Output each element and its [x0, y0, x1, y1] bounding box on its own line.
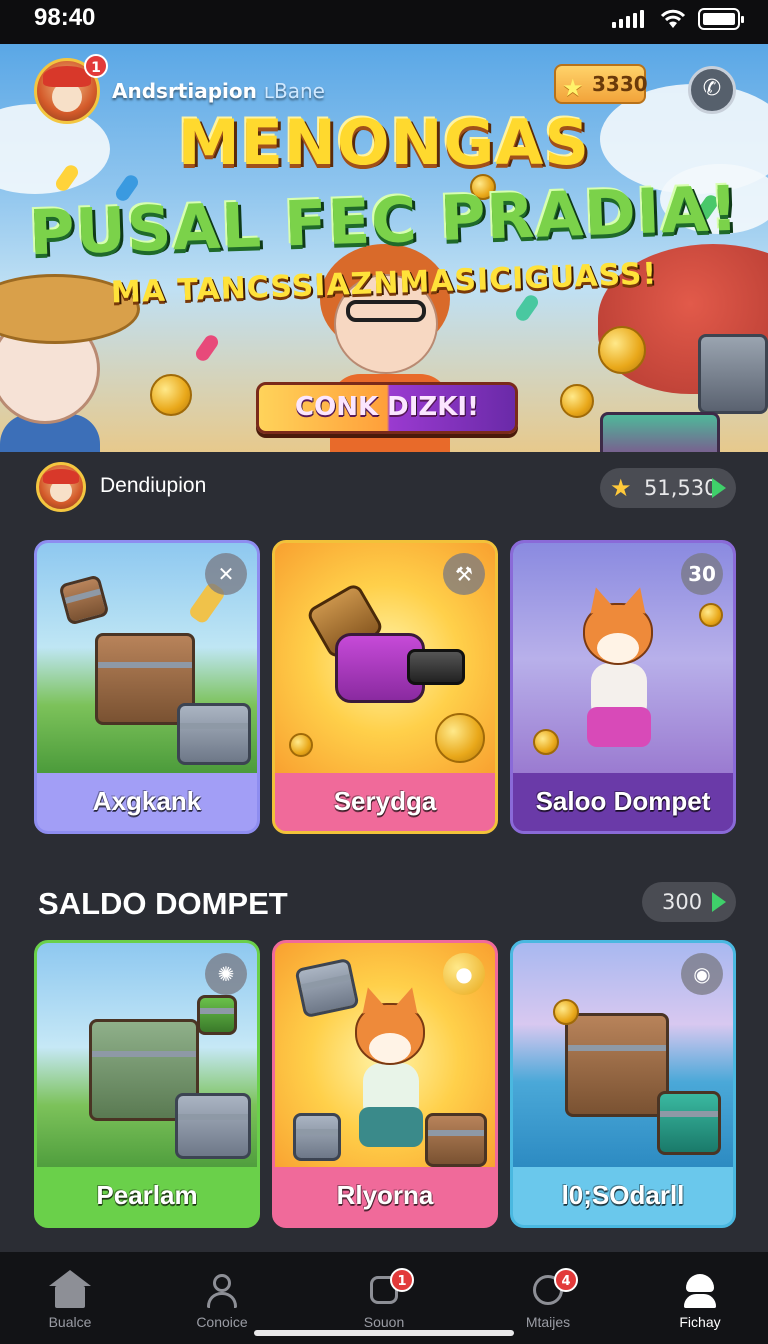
user-tag: ʟBane: [263, 79, 325, 103]
battery-icon: [698, 8, 744, 30]
chest-image: [657, 1091, 721, 1155]
card-label: l0;SOdarll: [513, 1167, 733, 1225]
card-label: Serydga: [275, 773, 495, 831]
chest-image: [175, 1093, 251, 1159]
fox-character: [345, 1003, 435, 1153]
corner-badge[interactable]: ◉: [681, 953, 723, 995]
balance-value: 51,530: [644, 476, 718, 500]
ball-icon: 4: [530, 1268, 578, 1308]
star-icon: ★: [562, 74, 584, 102]
chest-image: [293, 1113, 341, 1161]
phone-icon[interactable]: ✆: [688, 66, 736, 114]
coin-decoration: [289, 733, 313, 757]
game-card[interactable]: ◉ l0;SOdarll: [510, 940, 736, 1228]
coin-decoration: [560, 384, 594, 418]
coin-decoration: [598, 326, 646, 374]
coin-balance[interactable]: ★ 3330: [554, 64, 648, 104]
coin-decoration: [435, 713, 485, 763]
count-pill[interactable]: 300: [642, 882, 736, 922]
card-label: Saloo Dompet: [513, 773, 733, 831]
fox-character: [573, 603, 663, 753]
coin-balance-value: 3330: [592, 72, 648, 96]
notification-badge: 1: [84, 54, 108, 78]
nav-label: Conoice: [196, 1314, 248, 1330]
cannon-image: [305, 581, 465, 723]
game-card[interactable]: ✺ Pearlam: [34, 940, 260, 1228]
coin-decoration: [553, 999, 579, 1025]
corner-badge[interactable]: ⚒: [443, 553, 485, 595]
game-card[interactable]: ✕ Axgkank: [34, 540, 260, 834]
chest-decoration: [600, 412, 720, 452]
game-card[interactable]: ● Rlyorna: [272, 940, 498, 1228]
home-indicator[interactable]: [254, 1330, 514, 1336]
corner-badge[interactable]: ✺: [205, 953, 247, 995]
user-name: Andsrtiapion ʟBane: [112, 79, 325, 103]
chest-image: [425, 1113, 487, 1167]
card-label: Rlyorna: [275, 1167, 495, 1225]
chest-image: [565, 1013, 669, 1117]
play-arrow-icon: [712, 892, 726, 912]
corner-badge[interactable]: ✕: [205, 553, 247, 595]
user-icon: [204, 1272, 240, 1308]
coin-decoration: [699, 603, 723, 627]
hero-cta-button[interactable]: CONK DIZKI!: [256, 382, 518, 434]
cellular-signal-icon: [612, 10, 644, 28]
nav-label: Mtaijes: [525, 1314, 571, 1330]
nav-item-chef[interactable]: Fichay: [630, 1252, 768, 1344]
corner-badge[interactable]: ●: [443, 953, 485, 995]
gem-decoration: [513, 292, 541, 324]
balance-pill[interactable]: ★ 51,530: [600, 468, 736, 508]
card-label: Pearlam: [37, 1167, 257, 1225]
notification-badge: 1: [390, 1268, 414, 1292]
nav-label: Bualce: [48, 1314, 92, 1330]
home-icon: [49, 1270, 91, 1308]
game-card[interactable]: ⚒ Serydga: [272, 540, 498, 834]
section-header: Dendiupion ★ 51,530: [36, 462, 736, 512]
status-time: 98:40: [34, 4, 96, 31]
chest-image: [58, 574, 110, 626]
play-arrow-icon: [712, 478, 726, 498]
coin-decoration: [533, 729, 559, 755]
chest-image: [197, 995, 237, 1035]
section-label: Dendiupion: [100, 474, 207, 497]
tasks-icon: 1: [366, 1268, 414, 1308]
card-label: Axgkank: [37, 773, 257, 831]
nav-label: Fichay: [679, 1314, 721, 1330]
corner-badge[interactable]: 30: [681, 553, 723, 595]
notification-badge: 4: [554, 1268, 578, 1292]
star-icon: ★: [610, 474, 632, 502]
nav-label: Souon: [363, 1314, 405, 1330]
section-header: SALDO DOMPET 300: [36, 880, 736, 930]
avatar[interactable]: [36, 462, 86, 512]
section-title: SALDO DOMPET: [38, 886, 288, 921]
chest-image: [177, 703, 251, 765]
user-name-text: Andsrtiapion: [112, 79, 257, 103]
hero-banner[interactable]: MENONGAS PUSAL FEC PRADIA! MA TANCSSIAZN…: [0, 44, 768, 452]
nav-item-home[interactable]: Bualce: [0, 1252, 140, 1344]
chest-decoration: [698, 334, 768, 414]
chef-icon: [682, 1272, 718, 1308]
app-screen: 98:40 MENONGAS PUSAL FEC PRADIA! MA TANC…: [0, 0, 768, 1344]
game-card[interactable]: 30 Saloo Dompet: [510, 540, 736, 834]
wifi-icon: [660, 9, 686, 28]
user-profile-chip[interactable]: 1 Andsrtiapion ʟBane: [34, 54, 325, 124]
status-bar: 98:40: [0, 0, 768, 44]
count-value: 300: [662, 890, 703, 914]
coin-decoration: [150, 374, 192, 416]
gem-decoration: [193, 332, 221, 364]
